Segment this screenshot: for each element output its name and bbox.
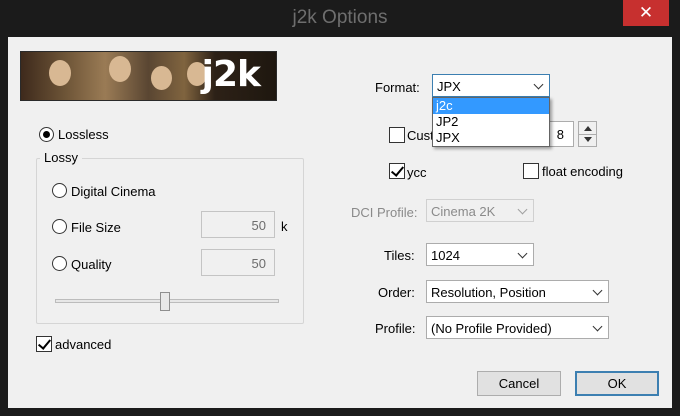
quality-radio[interactable]	[52, 256, 67, 271]
close-icon: ✕	[638, 3, 654, 22]
banner-logo: j2k	[201, 54, 261, 95]
format-label: Format:	[375, 80, 420, 95]
profile-label: Profile:	[375, 321, 416, 336]
chevron-down-icon	[592, 285, 603, 296]
close-button[interactable]: ✕	[623, 0, 669, 26]
float-encoding-checkbox[interactable]	[523, 163, 539, 179]
format-selected-value: JPX	[437, 79, 461, 94]
format-option-j2c[interactable]: j2c	[433, 98, 549, 114]
order-label: Order:	[378, 285, 415, 300]
dci-profile-select[interactable]: Cinema 2K	[426, 199, 534, 222]
custom-checkbox[interactable]	[389, 127, 405, 143]
lossless-radio[interactable]	[39, 127, 54, 142]
ycc-checkbox[interactable]	[389, 163, 405, 179]
quality-input[interactable]: 50	[201, 249, 275, 276]
chevron-down-icon	[533, 79, 544, 90]
dci-profile-label: DCI Profile:	[351, 205, 418, 220]
quality-slider-thumb[interactable]	[160, 292, 170, 311]
digital-cinema-label[interactable]: Digital Cinema	[71, 184, 156, 199]
format-option-jp2[interactable]: JP2	[433, 114, 549, 130]
ok-button[interactable]: OK	[575, 371, 659, 396]
arrow-down-icon[interactable]	[584, 137, 592, 142]
advanced-label[interactable]: advanced	[55, 337, 111, 352]
file-size-input[interactable]: 50	[201, 211, 275, 238]
tiles-value: 1024	[431, 248, 460, 263]
order-select[interactable]: Resolution, Position	[426, 280, 609, 303]
order-value: Resolution, Position	[431, 285, 546, 300]
tiles-label: Tiles:	[384, 248, 415, 263]
format-option-jpx[interactable]: JPX	[433, 130, 549, 146]
digital-cinema-radio[interactable]	[52, 183, 67, 198]
format-select[interactable]: JPX	[432, 74, 550, 97]
custom-label[interactable]: Cust	[407, 128, 434, 143]
chevron-down-icon	[592, 321, 603, 332]
chevron-down-icon	[517, 248, 528, 259]
cancel-button[interactable]: Cancel	[477, 371, 561, 396]
profile-value: (No Profile Provided)	[431, 321, 552, 336]
advanced-checkbox[interactable]	[36, 336, 52, 352]
dialog-client-area: j2k Lossless Lossy Digital Cinema File S…	[8, 37, 672, 408]
chevron-down-icon	[517, 204, 528, 215]
title-bar[interactable]: j2k Options ✕	[0, 0, 680, 36]
float-encoding-label[interactable]: float encoding	[542, 164, 623, 179]
file-size-label[interactable]: File Size	[71, 220, 121, 235]
quality-label[interactable]: Quality	[71, 257, 111, 272]
ycc-label[interactable]: ycc	[407, 165, 427, 180]
banner-image: j2k	[20, 51, 277, 101]
arrow-up-icon[interactable]	[584, 126, 592, 131]
custom-spin-buttons[interactable]	[578, 121, 597, 147]
profile-select[interactable]: (No Profile Provided)	[426, 316, 609, 339]
tiles-select[interactable]: 1024	[426, 243, 534, 266]
window-title: j2k Options	[292, 7, 388, 28]
file-size-unit: k	[281, 219, 288, 234]
file-size-radio[interactable]	[52, 219, 67, 234]
dci-profile-value: Cinema 2K	[431, 204, 496, 219]
lossless-label[interactable]: Lossless	[58, 127, 109, 142]
format-dropdown-list[interactable]: j2c JP2 JPX	[432, 97, 550, 147]
lossy-group-title: Lossy	[40, 150, 82, 165]
